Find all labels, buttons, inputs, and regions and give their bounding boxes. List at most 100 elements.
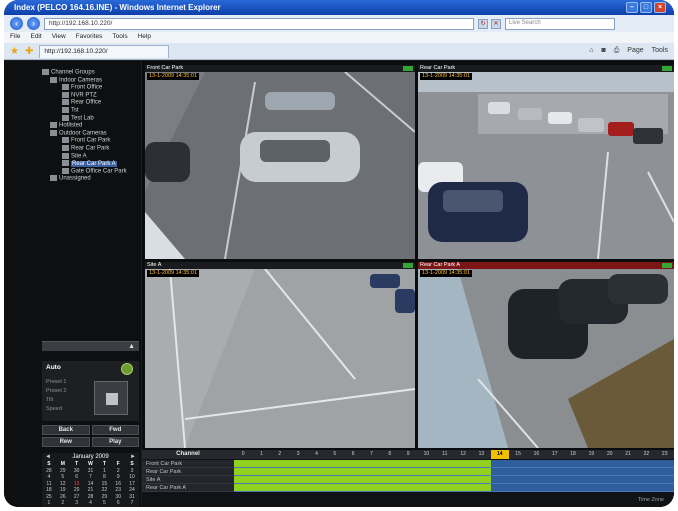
- hour-tick[interactable]: 15: [509, 450, 527, 459]
- calendar-day[interactable]: 6: [111, 500, 125, 507]
- timeline-row[interactable]: Rear Car Park: [142, 468, 674, 476]
- tree-item[interactable]: Hotlisted: [42, 122, 139, 130]
- hour-tick[interactable]: 3: [289, 450, 307, 459]
- tree-item[interactable]: Rear Car Park A: [42, 160, 139, 168]
- tree-item[interactable]: Channel Groups: [42, 69, 139, 77]
- hour-tick[interactable]: 19: [582, 450, 600, 459]
- hour-tick[interactable]: 20: [601, 450, 619, 459]
- camera-tile[interactable]: Rear Car Park A 13-1-2009 14:35:01: [418, 262, 674, 448]
- tree-item[interactable]: Rear Car Park: [42, 144, 139, 153]
- play-button[interactable]: Play: [91, 437, 139, 447]
- hour-tick[interactable]: 16: [527, 450, 545, 459]
- address-input[interactable]: http://192.168.10.220/: [44, 17, 474, 30]
- forward-playback-button[interactable]: Fwd: [91, 425, 139, 435]
- back-button[interactable]: ‹: [10, 17, 23, 30]
- favorites-star-icon[interactable]: ★: [10, 46, 19, 57]
- hour-tick[interactable]: 5: [326, 450, 344, 459]
- menu-edit[interactable]: Edit: [30, 33, 41, 42]
- recording-segment: [234, 468, 492, 475]
- forward-button[interactable]: ›: [27, 17, 40, 30]
- collapse-icon[interactable]: ▲: [128, 343, 135, 350]
- hour-tick[interactable]: 0: [234, 450, 252, 459]
- tree-item[interactable]: Front Car Park: [42, 137, 139, 145]
- next-month-icon[interactable]: ►: [130, 453, 136, 461]
- browser-tab[interactable]: http://192.168.10.220/: [39, 44, 170, 58]
- timeline-track[interactable]: [234, 468, 674, 476]
- tree-item[interactable]: Gate Office Car Park: [42, 167, 139, 176]
- tree-item[interactable]: Outdoor Cameras: [42, 129, 139, 138]
- feeds-icon[interactable]: ◙: [601, 47, 605, 55]
- ptz-tilt[interactable]: Tilt: [46, 397, 53, 403]
- menu-file[interactable]: File: [10, 33, 20, 42]
- hour-tick[interactable]: 17: [546, 450, 564, 459]
- ptz-speed[interactable]: Speed: [46, 406, 62, 412]
- search-input[interactable]: Live Search: [505, 17, 615, 30]
- panel-divider[interactable]: ▲: [42, 341, 139, 351]
- hour-tick[interactable]: 2: [271, 450, 289, 459]
- hour-tick[interactable]: 1: [252, 450, 270, 459]
- hour-tick[interactable]: 8: [381, 450, 399, 459]
- calendar-day[interactable]: 3: [70, 500, 84, 507]
- stop-icon[interactable]: ✕: [491, 18, 501, 29]
- hour-tick[interactable]: 18: [564, 450, 582, 459]
- ptz-center-button[interactable]: [106, 393, 118, 405]
- tree-item[interactable]: NVR PTZ: [42, 91, 139, 100]
- hour-tick[interactable]: 7: [362, 450, 380, 459]
- timeline-track[interactable]: [234, 476, 674, 484]
- camera-tile[interactable]: Rear Car Park 13-1-2009 14:35:01: [418, 65, 674, 259]
- timeline-track[interactable]: [234, 484, 674, 492]
- menu-favorites[interactable]: Favorites: [76, 33, 103, 42]
- calendar-day[interactable]: 7: [125, 500, 139, 507]
- page-menu[interactable]: Page: [627, 47, 643, 55]
- camera-tile[interactable]: Site A 13-1-2009 14:35:01: [145, 262, 415, 448]
- back-playback-button[interactable]: Back: [42, 425, 90, 435]
- calendar-day[interactable]: 5: [97, 500, 111, 507]
- maximize-button[interactable]: □: [640, 2, 652, 13]
- ptz-direction-pad[interactable]: [94, 381, 128, 415]
- tree-item[interactable]: Unassigned: [42, 175, 139, 183]
- camera-icon: [62, 167, 69, 174]
- home-icon[interactable]: ⌂: [589, 47, 593, 55]
- print-icon[interactable]: ⎙: [614, 47, 620, 55]
- hour-tick[interactable]: 22: [637, 450, 655, 459]
- hour-tick[interactable]: 12: [454, 450, 472, 459]
- prev-month-icon[interactable]: ◄: [45, 453, 51, 461]
- hour-tick[interactable]: 11: [436, 450, 454, 459]
- timeline-row[interactable]: Rear Car Park A: [142, 484, 674, 492]
- timeline: Channel 0 1 2 3 4 5 6 7 8 9 10 11 12 13 14 15 16 17 18 19 20…: [142, 450, 674, 507]
- tree-item[interactable]: Tst: [42, 106, 139, 115]
- tree-item[interactable]: Rear Office: [42, 99, 139, 107]
- calendar-day[interactable]: 4: [84, 500, 98, 507]
- calendar-day[interactable]: 1: [42, 500, 56, 507]
- add-favorite-icon[interactable]: ✚: [25, 46, 33, 57]
- tools-menu[interactable]: Tools: [652, 47, 668, 55]
- menu-view[interactable]: View: [52, 33, 66, 42]
- hour-tick[interactable]: 9: [399, 450, 417, 459]
- tree-item[interactable]: Front Office: [42, 84, 139, 92]
- timeline-row[interactable]: Site A: [142, 476, 674, 484]
- calendar-day[interactable]: 2: [56, 500, 70, 507]
- camera-icon: [62, 84, 69, 91]
- menu-help[interactable]: Help: [138, 33, 151, 42]
- minimize-button[interactable]: –: [626, 2, 638, 13]
- hour-tick[interactable]: 6: [344, 450, 362, 459]
- close-button[interactable]: ×: [654, 2, 666, 13]
- hour-tick[interactable]: 14: [490, 450, 509, 459]
- folder-icon: [50, 175, 57, 182]
- tree-item[interactable]: Indoor Cameras: [42, 76, 139, 85]
- hour-tick[interactable]: 10: [417, 450, 435, 459]
- rewind-playback-button[interactable]: Rew: [42, 437, 90, 447]
- tree-item[interactable]: Site A: [42, 152, 139, 161]
- timeline-row[interactable]: Front Car Park: [142, 460, 674, 468]
- tree-item[interactable]: Test Lab: [42, 114, 139, 123]
- hour-tick[interactable]: 21: [619, 450, 637, 459]
- refresh-icon[interactable]: ↻: [478, 18, 488, 29]
- menu-tools[interactable]: Tools: [112, 33, 127, 42]
- hour-tick[interactable]: 13: [472, 450, 490, 459]
- timeline-track[interactable]: [234, 460, 674, 468]
- ptz-preset-1[interactable]: Preset 1: [46, 379, 66, 385]
- hour-tick[interactable]: 23: [656, 450, 674, 459]
- hour-tick[interactable]: 4: [307, 450, 325, 459]
- ptz-preset-2[interactable]: Preset 2: [46, 388, 66, 394]
- camera-tile[interactable]: Front Car Park 13-1-2009 14:35:01: [145, 65, 415, 259]
